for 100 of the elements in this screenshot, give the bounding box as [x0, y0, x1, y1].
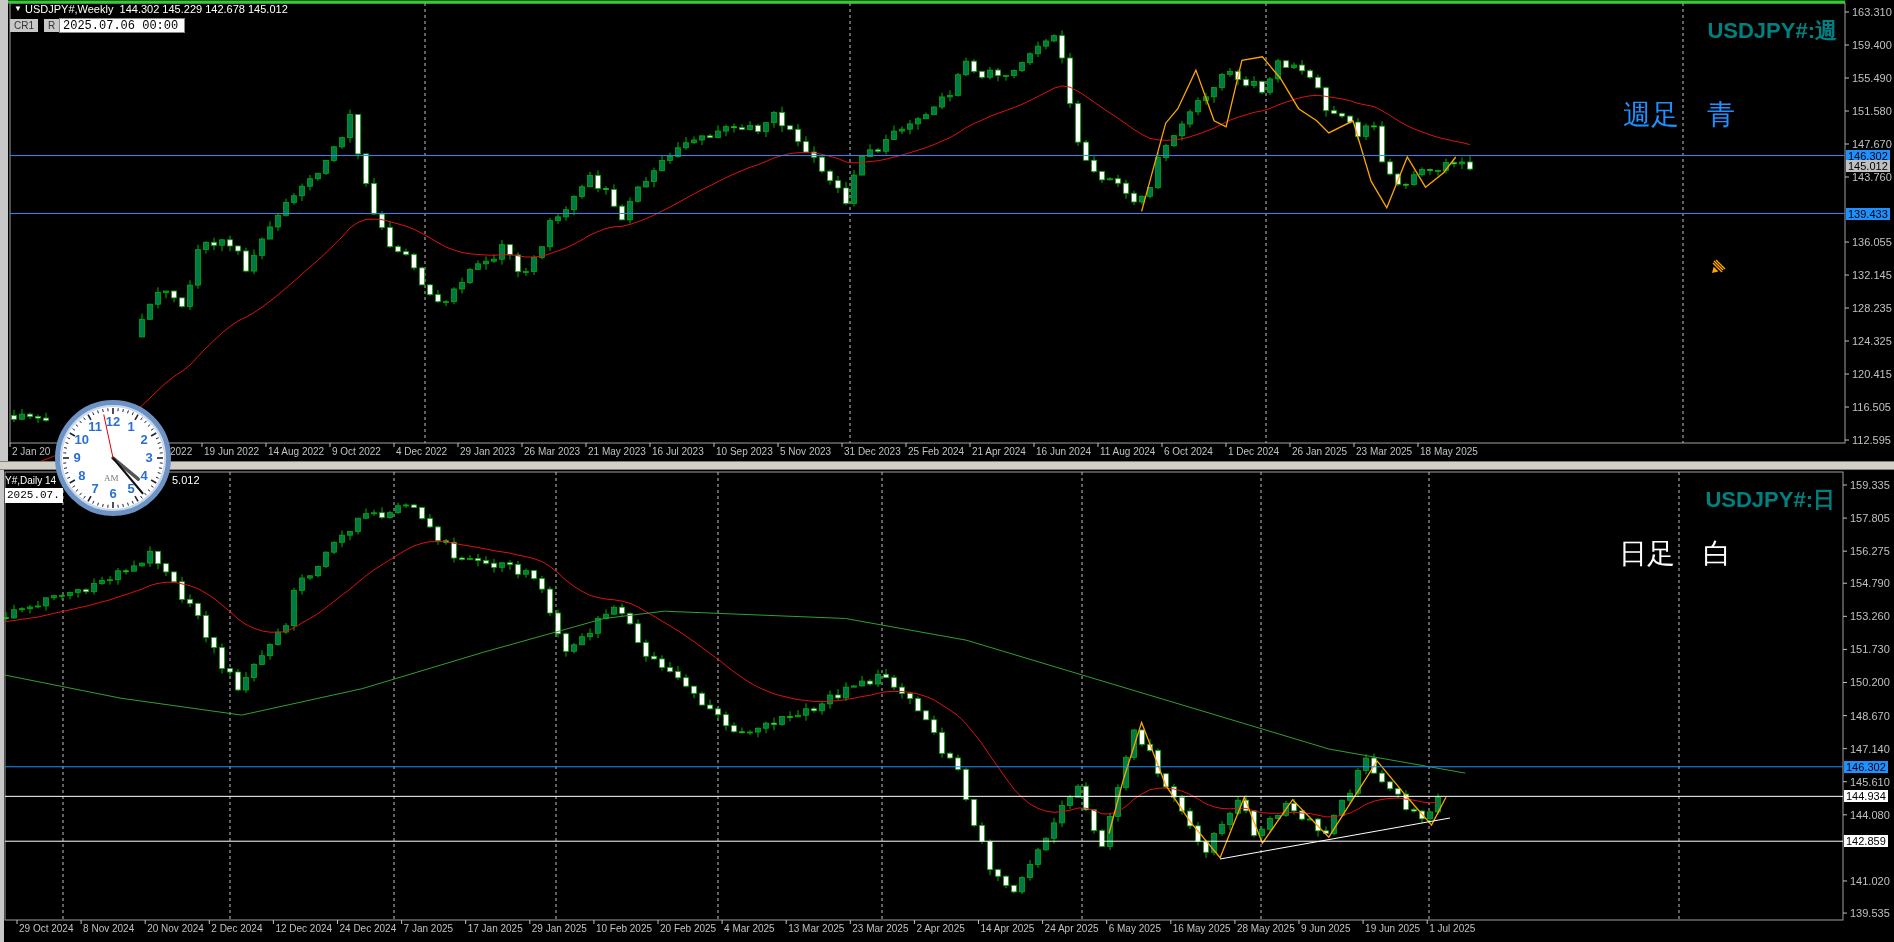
symbol-label: USDJPY#:日	[1705, 487, 1835, 513]
date-label: 1 Jul 2025	[1429, 923, 1476, 935]
price-label: 147.140	[1850, 742, 1890, 755]
clock-numeral: 6	[108, 487, 118, 501]
price-tag: 142.859	[1844, 835, 1888, 848]
price-label: 155.490	[1852, 72, 1892, 84]
symbol-label: USDJPY#:週	[1707, 18, 1837, 44]
date-label: 9 Jun 2025	[1301, 923, 1351, 935]
date-label: 9 Oct 2022	[332, 446, 381, 458]
date-label: 13 Mar 2025	[788, 923, 845, 935]
date-label: 6 Oct 2024	[1164, 446, 1213, 458]
toolbar-button[interactable]: CR1	[10, 19, 38, 32]
price-label: 159.400	[1852, 39, 1892, 51]
date-label: 4 Mar 2025	[724, 923, 775, 935]
chart-header: USDJPY#,Weekly 144.302 145.229 142.678 145.012	[25, 3, 288, 16]
price-tag: 145.012	[1846, 160, 1890, 173]
price-label: 153.260	[1850, 610, 1890, 623]
date-label: 29 Jan 2025	[531, 923, 587, 935]
price-label: 163.310	[1852, 6, 1892, 18]
clock-period: AM	[104, 473, 119, 483]
date-label: 2 Dec 2024	[211, 923, 263, 935]
clock-numeral: 8	[77, 469, 87, 483]
price-label: 147.670	[1852, 138, 1892, 150]
price-tag: 146.302	[1844, 760, 1888, 773]
date-field[interactable]: 2025.07.06 00:00	[59, 18, 185, 33]
chart-note: 日足 白	[1619, 538, 1731, 570]
price-label: 150.200	[1850, 676, 1890, 689]
date-label: 25 Feb 2024	[908, 446, 965, 458]
price-label: 148.670	[1850, 709, 1890, 722]
clock-numeral: 12	[104, 415, 122, 429]
date-label: 19 Jun 2025	[1365, 923, 1421, 935]
chart-note: 週足 青	[1623, 99, 1735, 131]
clock-numeral: 4	[139, 469, 149, 483]
date-label: 10 Feb 2025	[595, 923, 653, 935]
date-label: 24 Dec 2024	[339, 923, 397, 935]
price-label: 144.080	[1850, 808, 1890, 821]
clock-numeral: 10	[73, 433, 91, 447]
date-label: 12 Dec 2024	[275, 923, 333, 935]
toolbar-button[interactable]: R	[44, 19, 60, 32]
date-label: 1 Dec 2024	[1228, 446, 1280, 458]
clock-numeral: 2	[139, 433, 149, 447]
date-label: 6 May 2025	[1108, 923, 1161, 935]
chart-header: 5.012	[172, 474, 200, 487]
price-label: 116.505	[1852, 401, 1891, 414]
clock-numeral: 9	[72, 451, 82, 465]
price-label: 132.145	[1852, 269, 1892, 282]
date-label: 18 May 2025	[1420, 446, 1478, 458]
date-label: 14 Aug 2022	[268, 446, 325, 458]
date-label: 21 May 2023	[588, 446, 646, 458]
clock-numeral: 1	[126, 419, 136, 434]
date-label: 26 Jan 2025	[1292, 446, 1348, 458]
date-label: 2 Jan 20	[12, 446, 51, 458]
price-label: 112.595	[1852, 434, 1891, 447]
chart-header: Y#,Daily 14	[5, 474, 57, 487]
date-field[interactable]: 2025.07.	[5, 488, 63, 503]
date-label: 20 Feb 2025	[660, 923, 717, 935]
clock-numeral: 11	[87, 419, 103, 434]
date-label: 29 Jan 2023	[460, 446, 516, 458]
date-label: 26 Mar 2023	[524, 446, 581, 458]
date-label: 2022	[170, 446, 193, 458]
price-label: 151.730	[1850, 643, 1890, 656]
price-label: 154.790	[1850, 577, 1890, 590]
price-label: 136.055	[1852, 236, 1892, 249]
date-label: 23 Mar 2025	[1356, 446, 1413, 458]
date-label: 14 Apr 2025	[980, 923, 1035, 935]
clock-numeral: 3	[144, 451, 154, 465]
price-label: 124.325	[1852, 335, 1892, 348]
price-label: 151.580	[1852, 105, 1892, 117]
date-label: 21 Apr 2024	[972, 446, 1026, 458]
date-label: 5 Nov 2023	[780, 446, 832, 458]
date-label: 23 Mar 2025	[852, 923, 909, 935]
date-label: 31 Dec 2023	[844, 446, 901, 458]
date-label: 16 Jul 2023	[652, 446, 704, 458]
date-label: 20 Nov 2024	[147, 923, 204, 935]
date-label: 19 Jun 2022	[204, 446, 260, 458]
menu-caret[interactable]: ▼	[14, 3, 22, 15]
date-label: 7 Jan 2025	[403, 923, 454, 935]
price-label: 145.610	[1850, 775, 1890, 788]
price-tag: 139.433	[1846, 207, 1890, 220]
price-label: 141.020	[1850, 874, 1890, 887]
date-label: 10 Sep 2023	[716, 446, 773, 458]
price-tag: 144.934	[1844, 790, 1888, 803]
date-label: 24 Apr 2025	[1044, 923, 1099, 935]
date-label: 28 May 2025	[1236, 923, 1295, 935]
clock-numeral: 7	[90, 482, 100, 497]
price-label: 143.760	[1852, 171, 1892, 183]
price-label: 120.415	[1852, 368, 1892, 381]
date-label: 11 Aug 2024	[1100, 446, 1156, 458]
price-label: 139.535	[1850, 907, 1890, 920]
price-label: 157.805	[1850, 512, 1890, 525]
price-label: 159.335	[1850, 479, 1890, 491]
price-tag: 146.302	[1846, 149, 1890, 162]
date-label: 16 May 2025	[1172, 923, 1231, 935]
date-label: 17 Jan 2025	[467, 923, 523, 935]
date-label: 8 Nov 2024	[83, 923, 135, 935]
date-label: 4 Dec 2022	[396, 446, 448, 458]
price-label: 156.275	[1850, 545, 1890, 558]
date-label: 29 Oct 2024	[19, 923, 74, 935]
price-label: 128.235	[1852, 302, 1892, 315]
date-label: 16 Jun 2024	[1036, 446, 1092, 458]
